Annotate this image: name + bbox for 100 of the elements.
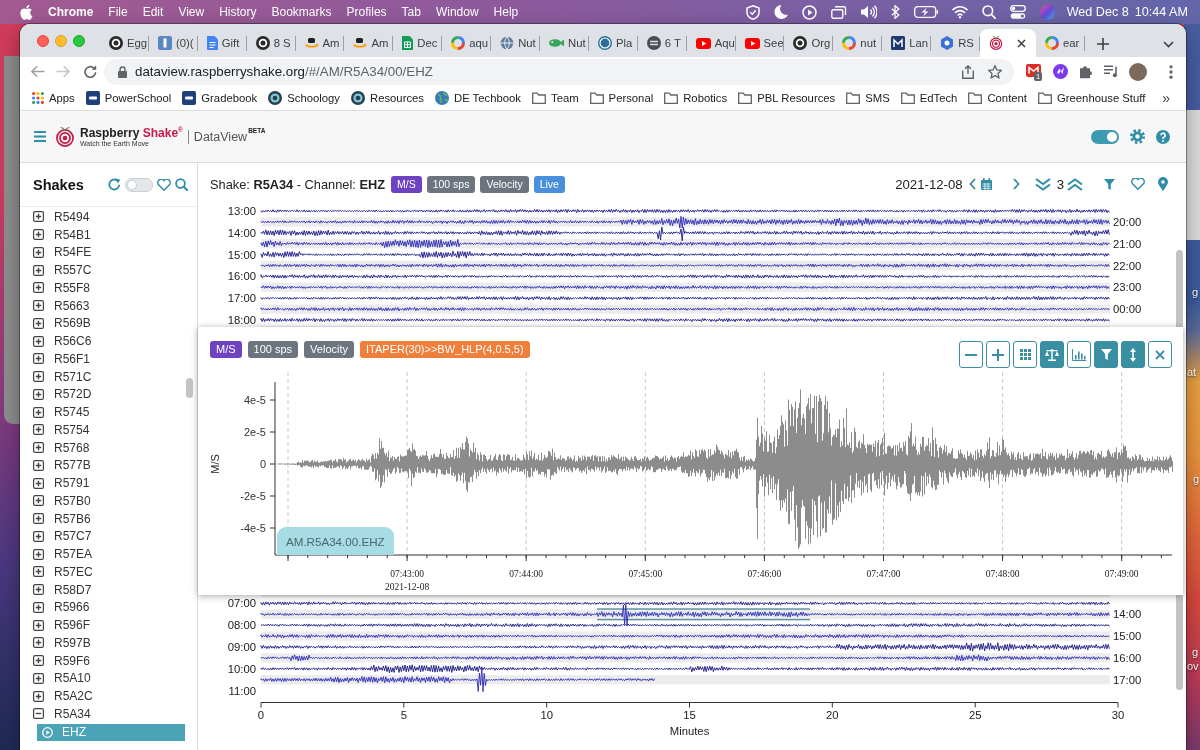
browser-tab[interactable]: Lan <box>882 29 932 57</box>
window-close-button[interactable] <box>37 34 49 47</box>
menu-item[interactable]: Help <box>493 5 519 19</box>
moon-icon[interactable] <box>773 5 788 19</box>
plus-box-icon[interactable] <box>33 246 44 258</box>
tree-item[interactable]: R5A10 <box>20 669 186 688</box>
bookmark[interactable]: Robotics <box>664 92 728 104</box>
tree-item[interactable]: R59F6 <box>20 651 186 670</box>
tree-item[interactable]: R57B0 <box>20 492 186 510</box>
plus-box-icon[interactable] <box>33 371 44 383</box>
tree-item[interactable]: R54FE <box>20 243 186 262</box>
browser-tab[interactable]: 6 T <box>637 29 687 57</box>
search-icon[interactable] <box>175 178 188 191</box>
browser-tab[interactable]: Egg <box>100 29 149 57</box>
bookmark[interactable]: Gradebook <box>182 91 258 105</box>
browser-tab[interactable]: (0)( <box>148 29 198 57</box>
plus-box-icon[interactable] <box>33 513 44 525</box>
double-chevron-up-icon[interactable] <box>1067 177 1083 191</box>
app-menu[interactable]: Chrome <box>48 5 94 19</box>
shield-icon[interactable] <box>745 4 760 20</box>
battery-icon[interactable] <box>913 6 938 18</box>
plus-box-icon[interactable] <box>33 672 44 684</box>
plus-box-icon[interactable] <box>33 317 44 329</box>
speaker-icon[interactable] <box>860 5 877 19</box>
chevron-left-icon[interactable] <box>968 178 976 190</box>
menu-icon[interactable] <box>34 131 46 142</box>
browser-tab[interactable]: Pla <box>588 29 638 57</box>
apple-icon[interactable] <box>20 4 33 20</box>
bookmark[interactable]: DE Techbook <box>435 91 521 105</box>
browser-tab[interactable]: Aqu <box>686 29 736 57</box>
toggle-switch[interactable] <box>125 177 153 192</box>
scale-button[interactable] <box>1040 341 1064 368</box>
plus-box-icon[interactable] <box>33 282 44 294</box>
refresh-icon[interactable] <box>108 178 121 191</box>
bookmark[interactable]: Apps <box>32 92 75 104</box>
bookmark[interactable]: PowerSchool <box>85 91 172 105</box>
browser-tab[interactable]: Am <box>344 29 394 57</box>
settings-icon[interactable] <box>1130 129 1145 144</box>
plus-box-icon[interactable] <box>33 442 44 454</box>
bookmark[interactable]: PBL Resources <box>738 92 836 104</box>
resize-button[interactable] <box>1121 341 1145 368</box>
plus-box-icon[interactable] <box>33 459 44 471</box>
plus-box-icon[interactable] <box>33 406 44 418</box>
filter-button[interactable] <box>1094 341 1118 368</box>
tree-item[interactable]: R572D <box>20 385 186 404</box>
browser-tab[interactable]: See <box>735 29 785 57</box>
browser-tab[interactable]: Gift <box>197 29 247 57</box>
tree-item[interactable]: R57EC <box>20 563 186 581</box>
double-chevron-down-icon[interactable] <box>1034 177 1051 191</box>
browser-tab[interactable]: 8 S <box>246 29 296 57</box>
tree-item[interactable]: R5754 <box>20 421 186 439</box>
minus-box-icon[interactable] <box>33 708 44 720</box>
filter-icon[interactable] <box>1104 178 1115 190</box>
browser-tab[interactable]: Dec <box>393 29 443 57</box>
browser-tab[interactable]: aqu <box>442 29 492 57</box>
close-icon[interactable] <box>1017 38 1027 48</box>
tree-item[interactable]: R557C <box>20 261 186 279</box>
grid-button[interactable] <box>1013 341 1037 368</box>
tree-item[interactable]: R57C7 <box>20 527 186 546</box>
bookmark[interactable]: Greenhouse Stuff <box>1038 92 1146 104</box>
tree-item[interactable]: R5663 <box>20 296 186 315</box>
plus-box-icon[interactable] <box>33 353 44 365</box>
browser-tab[interactable]: RS <box>931 29 981 57</box>
plus-box-icon[interactable] <box>33 584 44 596</box>
heart-icon[interactable] <box>1131 178 1145 190</box>
plus-box-icon[interactable] <box>33 424 44 436</box>
avatar-icon[interactable] <box>1129 62 1147 81</box>
tree-item[interactable]: R5A34 <box>20 705 186 723</box>
browser-tab[interactable] <box>980 29 1037 57</box>
plus-icon[interactable] <box>1096 38 1109 50</box>
star-icon[interactable] <box>988 64 1002 79</box>
wifi-icon[interactable] <box>951 5 968 19</box>
browser-tab[interactable]: ear <box>1036 29 1085 57</box>
plus-box-icon[interactable] <box>33 530 44 542</box>
browser-tab[interactable]: nut <box>833 29 883 57</box>
browser-tab[interactable]: Am <box>295 29 345 57</box>
bookmark[interactable]: Schoology <box>268 91 340 105</box>
menu-item[interactable]: View <box>178 5 205 19</box>
plus-box-icon[interactable] <box>33 690 44 702</box>
plus-box-icon[interactable] <box>33 495 44 507</box>
menu-item[interactable]: Edit <box>142 5 164 19</box>
tree-item[interactable]: R5768 <box>20 438 186 457</box>
overflow-chevron[interactable]: » <box>1162 90 1170 106</box>
search-icon[interactable] <box>981 5 996 19</box>
tree-item[interactable]: R57EA <box>20 545 186 563</box>
bookmark[interactable]: SMS <box>846 92 890 104</box>
bookmark[interactable]: EdTech <box>900 92 958 104</box>
plus-box-icon[interactable] <box>33 300 44 312</box>
browser-tab[interactable]: Nut <box>540 29 589 57</box>
tree-item[interactable]: R58D7 <box>20 580 186 599</box>
window-icon[interactable] <box>830 5 847 19</box>
bookmark[interactable]: Personal <box>589 92 654 104</box>
tree-item[interactable]: R55F8 <box>20 279 186 297</box>
bolt-icon[interactable] <box>1053 64 1068 79</box>
tree-item[interactable]: R57B6 <box>20 509 186 528</box>
menu-item[interactable]: Profiles <box>346 5 387 19</box>
menu-item[interactable]: Window <box>435 5 479 19</box>
plus-box-icon[interactable] <box>33 477 44 489</box>
plus-box-icon[interactable] <box>33 335 44 347</box>
tree-item[interactable]: R56F1 <box>20 350 186 368</box>
